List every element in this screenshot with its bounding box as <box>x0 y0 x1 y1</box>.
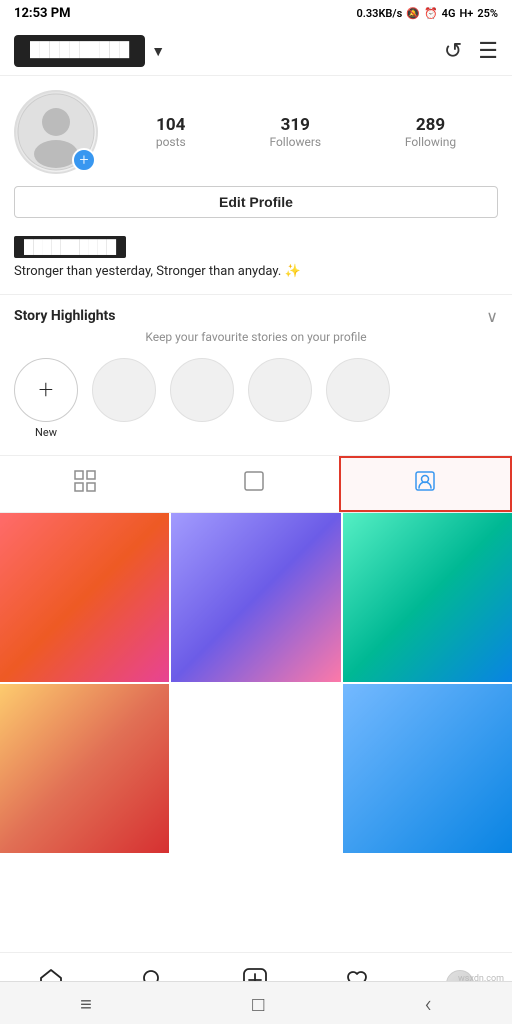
android-nav: ≡ □ ‹ <box>0 981 512 1024</box>
avatar-wrapper: + <box>14 90 98 174</box>
highlights-subtitle: Keep your favourite stories on your prof… <box>0 330 512 344</box>
followers-stat[interactable]: 319 Followers <box>269 115 321 149</box>
alarm-icon: 🔕 <box>406 7 420 20</box>
highlight-new[interactable]: + New <box>14 358 78 439</box>
highlights-title: Story Highlights <box>14 308 115 324</box>
highlights-section: Story Highlights ∨ Keep your favourite s… <box>0 294 512 456</box>
bio-username: ██████████ <box>14 236 126 258</box>
dropdown-arrow-icon[interactable]: ▼ <box>151 43 165 60</box>
following-count: 289 <box>416 115 445 135</box>
history-icon[interactable]: ↺ <box>444 39 462 64</box>
grid-image-3 <box>343 513 512 682</box>
username-box[interactable]: ██████████ ▼ <box>14 35 165 67</box>
grid-cell-1[interactable] <box>0 513 169 682</box>
profile-section: + 104 posts 319 Followers 289 Following … <box>0 76 512 236</box>
battery: 25% <box>477 7 498 20</box>
bio-text: Stronger than yesterday, Stronger than a… <box>14 262 498 282</box>
username-display: ██████████ <box>14 35 145 67</box>
followers-count: 319 <box>281 115 310 135</box>
bio-section: ██████████ Stronger than yesterday, Stro… <box>0 236 512 294</box>
highlight-item-4[interactable] <box>326 358 390 439</box>
nav-icons: ↺ ☰ <box>444 39 498 64</box>
status-icons: 0.33KB/s 🔕 ⏰ 4G H+ 25% <box>356 7 498 20</box>
grid-icon <box>74 470 96 498</box>
grid-image-6 <box>343 684 512 853</box>
grid-cell-5[interactable] <box>171 684 340 853</box>
android-menu-icon[interactable]: ≡ <box>80 992 92 1017</box>
tagged-icon <box>414 470 436 498</box>
posts-label: posts <box>156 135 186 149</box>
signal-h-plus: H+ <box>459 7 473 20</box>
followers-label: Followers <box>269 135 321 149</box>
new-highlight-circle[interactable]: + <box>14 358 78 422</box>
grid-cell-2[interactable] <box>171 513 340 682</box>
grid-cell-6[interactable] <box>343 684 512 853</box>
highlight-item-3[interactable] <box>248 358 312 439</box>
watermark: wsxdn.com <box>458 974 504 984</box>
android-back-icon[interactable]: ‹ <box>425 990 432 1018</box>
chevron-up-icon[interactable]: ∨ <box>486 307 498 326</box>
stats-row: 104 posts 319 Followers 289 Following <box>114 115 498 149</box>
status-bar: 12:53 PM 0.33KB/s 🔕 ⏰ 4G H+ 25% <box>0 0 512 27</box>
status-time: 12:53 PM <box>14 6 71 21</box>
signal-4g: 4G <box>442 7 456 20</box>
posts-count: 104 <box>156 115 185 135</box>
clock-icon: ⏰ <box>424 7 438 20</box>
edit-profile-button[interactable]: Edit Profile <box>14 186 498 218</box>
reels-icon <box>243 470 265 498</box>
tab-grid[interactable] <box>0 456 169 512</box>
highlight-circle-2 <box>170 358 234 422</box>
highlight-item-2[interactable] <box>170 358 234 439</box>
grid-image-1 <box>0 513 169 682</box>
network-speed: 0.33KB/s <box>356 7 402 20</box>
tabs-row <box>0 456 512 513</box>
grid-image-4 <box>0 684 169 853</box>
android-home-icon[interactable]: □ <box>252 992 264 1017</box>
grid-cell-4[interactable] <box>0 684 169 853</box>
following-stat[interactable]: 289 Following <box>405 115 456 149</box>
highlight-circle-1 <box>92 358 156 422</box>
highlights-header: Story Highlights ∨ <box>0 307 512 326</box>
tab-tagged[interactable] <box>339 456 512 512</box>
following-label: Following <box>405 135 456 149</box>
photo-grid <box>0 513 512 854</box>
profile-top: + 104 posts 319 Followers 289 Following <box>14 90 498 174</box>
posts-stat[interactable]: 104 posts <box>156 115 186 149</box>
grid-image-2 <box>171 513 340 682</box>
highlights-list: + New <box>0 358 512 439</box>
grid-cell-3[interactable] <box>343 513 512 682</box>
highlight-circle-4 <box>326 358 390 422</box>
new-highlight-label: New <box>35 426 57 439</box>
highlight-item-1[interactable] <box>92 358 156 439</box>
menu-icon[interactable]: ☰ <box>478 39 498 64</box>
highlight-circle-3 <box>248 358 312 422</box>
top-nav: ██████████ ▼ ↺ ☰ <box>0 27 512 76</box>
plus-icon: + <box>79 152 88 168</box>
add-story-button[interactable]: + <box>72 148 96 172</box>
tab-reels[interactable] <box>169 456 338 512</box>
grid-image-5 <box>171 684 340 853</box>
new-highlight-plus-icon: + <box>39 375 54 405</box>
